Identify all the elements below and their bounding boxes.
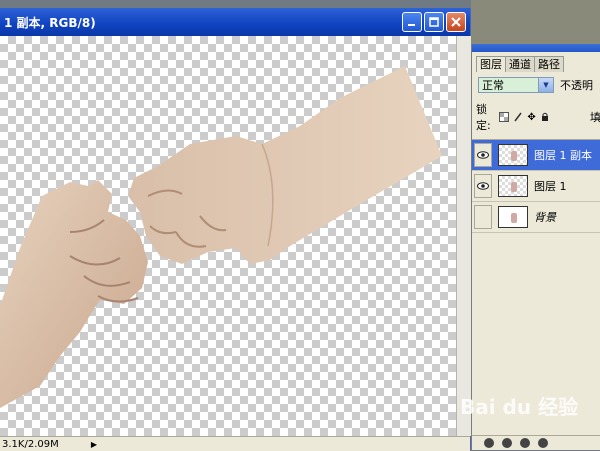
layer-thumbnail [498,206,528,228]
visibility-toggle[interactable] [474,174,492,198]
document-title-bar[interactable]: 1 副本, RGB/8) [0,8,470,36]
window-controls [402,12,466,32]
panel-bottom-toolbar [472,435,600,450]
layer-name: 图层 1 副本 [534,149,592,162]
blend-mode-value: 正常 [482,79,504,92]
blend-row: 正常 ▼ 不透明 [472,72,600,93]
watermark: Bai du 经验 [460,395,579,419]
link-layers-icon[interactable] [484,438,494,448]
visibility-toggle[interactable] [474,143,492,167]
document-window: 1 副本, RGB/8) 3.1K/2.09M ▶ [0,8,471,451]
layer-list: 图层 1 副本 图层 1 背景 [472,139,600,233]
tab-channels[interactable]: 通道 [505,56,535,72]
lock-brush-icon[interactable] [513,111,523,123]
fill-label: 填 [590,111,600,124]
panel-tabs: 图层 通道 路径 [472,56,600,72]
lock-transparency-icon[interactable] [499,111,510,123]
minimize-button[interactable] [402,12,422,32]
document-size-status: 3.1K/2.09M [2,438,59,450]
minimize-icon [408,24,415,26]
document-title: 1 副本, RGB/8) [4,15,96,30]
layers-panel: 图层 通道 路径 正常 ▼ 不透明 锁定: ✥ 填 图层 1 副本 图层 1 背… [471,44,600,450]
lock-row: 锁定: ✥ 填 [472,93,600,133]
adjustment-layer-icon[interactable] [538,438,548,448]
fists-image [0,66,442,408]
lock-all-icon[interactable] [540,111,550,123]
blend-mode-select[interactable]: 正常 ▼ [478,77,554,93]
layer-row[interactable]: 图层 1 [472,171,600,202]
maximize-icon [429,17,439,27]
close-icon [451,17,461,27]
layer-thumbnail [498,144,528,166]
status-menu-arrow-icon[interactable]: ▶ [88,440,100,449]
vertical-scrollbar[interactable] [456,36,471,436]
tab-layers[interactable]: 图层 [476,56,506,72]
chevron-down-icon[interactable]: ▼ [538,78,553,92]
layer-mask-icon[interactable] [520,438,530,448]
layer-style-icon[interactable] [502,438,512,448]
app-background-strip [471,0,600,44]
layer-name: 背景 [534,211,556,224]
lock-label: 锁定: [476,103,491,132]
panel-title-bar[interactable] [472,44,600,52]
layer-name: 图层 1 [534,180,567,193]
layer-thumbnail [498,175,528,197]
layer-row[interactable]: 图层 1 副本 [472,140,600,171]
opacity-label: 不透明 [560,79,593,92]
eye-icon [477,151,489,159]
layer-row[interactable]: 背景 [472,202,600,233]
eye-icon [477,182,489,190]
status-bar: 3.1K/2.09M ▶ [0,436,470,451]
maximize-button[interactable] [424,12,444,32]
visibility-toggle[interactable] [474,205,492,229]
tab-paths[interactable]: 路径 [534,56,564,72]
image-canvas[interactable] [0,36,456,436]
close-button[interactable] [446,12,466,32]
lock-move-icon[interactable]: ✥ [527,111,536,123]
